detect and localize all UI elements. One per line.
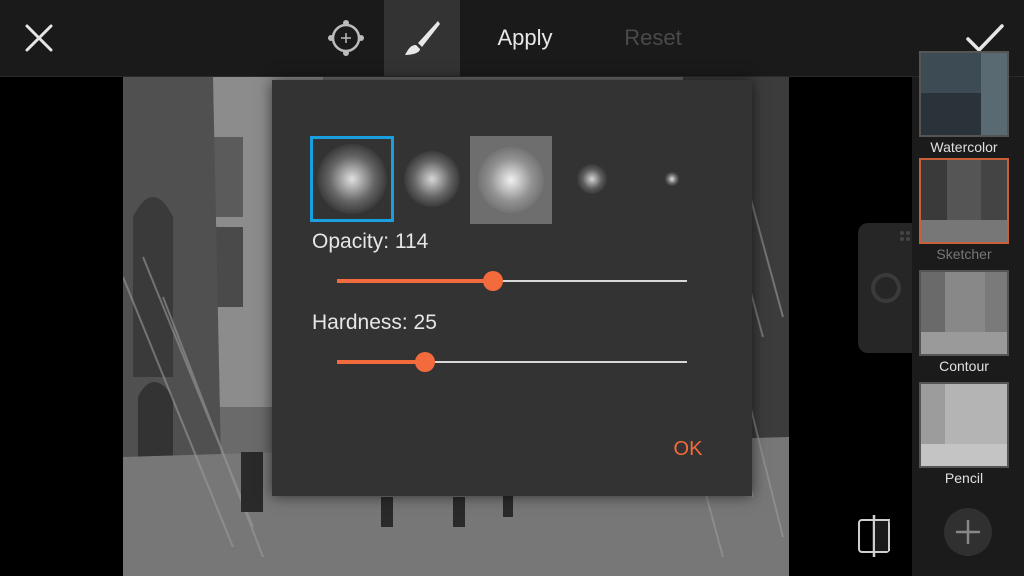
brush-option-soft-tiny[interactable] [630, 136, 714, 222]
brush-preview [665, 172, 679, 186]
brush-preview [478, 147, 544, 213]
settings-side-tab[interactable] [858, 223, 914, 353]
hardness-slider[interactable] [337, 352, 687, 372]
brush-button[interactable] [384, 0, 460, 76]
hardness-slider-knob[interactable] [414, 352, 435, 372]
compare-icon [858, 515, 890, 557]
effect-contour[interactable]: Contour [919, 270, 1009, 374]
opacity-slider-knob[interactable] [483, 271, 504, 291]
brush-settings-dialog: Opacity: 114 Hardness: 25 OK [272, 80, 752, 496]
opacity-label: Opacity: 114 [312, 230, 429, 253]
checkmark-icon [966, 24, 1004, 52]
brush-preview [577, 164, 607, 194]
opacity-slider-fill [337, 279, 494, 283]
effect-thumbnail [919, 270, 1009, 356]
effects-panel: Watercolor Sketcher Contour Pencil [912, 51, 1024, 576]
compare-button[interactable] [852, 512, 896, 560]
effect-sketcher[interactable]: Sketcher [919, 158, 1009, 262]
brush-option-square-soft[interactable] [470, 136, 552, 224]
apply-button[interactable]: Apply [482, 0, 568, 76]
target-icon [328, 20, 364, 56]
gear-icon [871, 231, 910, 303]
hardness-slider-fill [337, 360, 425, 364]
brush-option-soft-large[interactable] [310, 136, 394, 222]
effect-label: Contour [939, 358, 989, 374]
opacity-slider[interactable] [337, 271, 687, 291]
effect-thumbnail [919, 51, 1009, 137]
ok-button[interactable]: OK [662, 432, 714, 466]
close-icon [25, 24, 53, 52]
close-button[interactable] [10, 0, 68, 76]
effect-thumbnail [919, 382, 1009, 468]
brush-icon [405, 21, 440, 55]
brush-option-soft-medium[interactable] [390, 136, 474, 222]
effect-pencil[interactable]: Pencil [919, 382, 1009, 486]
brush-option-soft-small[interactable] [550, 136, 634, 222]
brush-preview [404, 151, 460, 207]
effect-thumbnail [919, 158, 1009, 244]
brush-preview [317, 144, 387, 214]
plus-icon [955, 519, 981, 545]
top-toolbar: Apply Reset [0, 0, 1024, 77]
reset-button[interactable]: Reset [610, 0, 696, 76]
effect-watercolor[interactable]: Watercolor [919, 51, 1009, 155]
effect-label: Pencil [944, 470, 984, 486]
target-button[interactable] [318, 0, 374, 76]
hardness-label: Hardness: 25 [312, 311, 437, 334]
add-effect-button[interactable] [944, 508, 992, 556]
effect-label: Watercolor [930, 139, 998, 155]
effect-label: Sketcher [936, 246, 992, 262]
